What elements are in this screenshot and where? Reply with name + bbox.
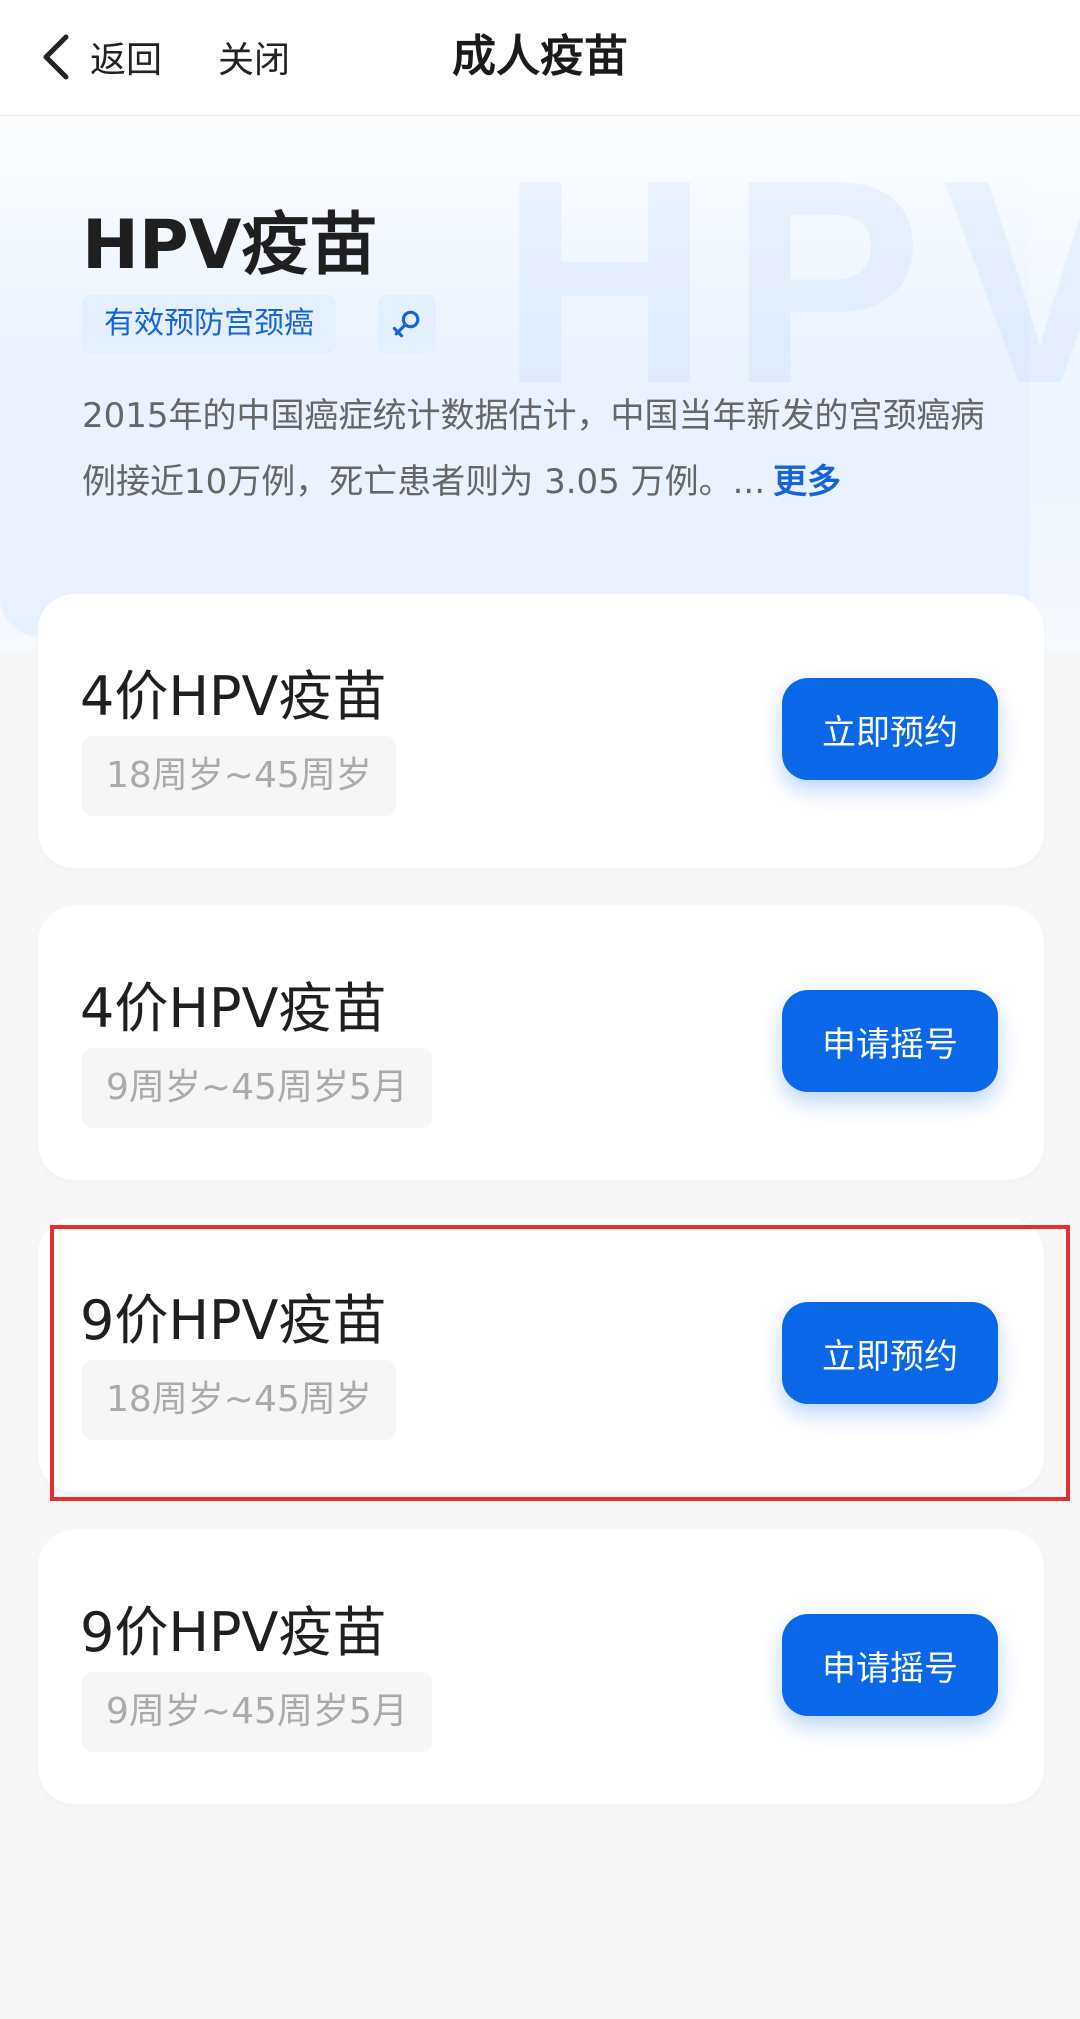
more-link[interactable]: 更多 <box>773 462 841 502</box>
apply-lottery-button[interactable]: 申请摇号 <box>782 990 998 1092</box>
vaccine-title: 9价HPV疫苗 <box>80 1601 387 1664</box>
book-now-button[interactable]: 立即预约 <box>782 1302 998 1404</box>
chevron-left-icon <box>43 34 69 80</box>
hero-tag: 有效预防宫颈癌 <box>82 295 336 353</box>
hero-title: HPV疫苗 <box>82 206 378 285</box>
book-now-button[interactable]: 立即预约 <box>782 678 998 780</box>
vaccine-card[interactable]: 9价HPV疫苗 18周岁~45周岁 立即预约 <box>38 1218 1044 1492</box>
hero-description: 2015年的中国癌症统计数据估计，中国当年新发的宫颈癌病例接近10万例，死亡患者… <box>82 383 1002 515</box>
hero-description-text: 2015年的中国癌症统计数据估计，中国当年新发的宫颈癌病例接近10万例，死亡患者… <box>82 396 985 502</box>
vaccine-age-range: 9周岁~45周岁5月 <box>82 1048 432 1128</box>
nav-header: 返回 关闭 成人疫苗 <box>0 0 1080 116</box>
vaccine-age-range: 18周岁~45周岁 <box>82 736 396 816</box>
vaccine-title: 9价HPV疫苗 <box>80 1289 387 1352</box>
back-button[interactable]: 返回 <box>36 24 162 90</box>
vaccine-title: 4价HPV疫苗 <box>80 977 387 1040</box>
vaccine-card[interactable]: 4价HPV疫苗 9周岁~45周岁5月 申请摇号 <box>38 906 1044 1180</box>
hero-section: HPV HPV疫苗 有效预防宫颈癌 2015年的中国癌症统计数据估计，中国当年新… <box>0 117 1080 652</box>
vaccine-title: 4价HPV疫苗 <box>80 665 387 728</box>
back-label: 返回 <box>90 40 163 81</box>
vaccine-card[interactable]: 9价HPV疫苗 9周岁~45周岁5月 申请摇号 <box>38 1530 1044 1804</box>
apply-lottery-button[interactable]: 申请摇号 <box>782 1614 998 1716</box>
app-root: 返回 关闭 成人疫苗 HPV HPV疫苗 有效预防宫颈癌 2015年的中国癌症统… <box>0 0 1080 2019</box>
vaccine-card[interactable]: 4价HPV疫苗 18周岁~45周岁 立即预约 <box>38 594 1044 868</box>
vaccine-age-range: 18周岁~45周岁 <box>82 1360 396 1440</box>
vaccine-age-range: 9周岁~45周岁5月 <box>82 1672 432 1752</box>
female-symbol-icon <box>378 295 436 353</box>
close-button[interactable]: 关闭 <box>218 24 290 90</box>
